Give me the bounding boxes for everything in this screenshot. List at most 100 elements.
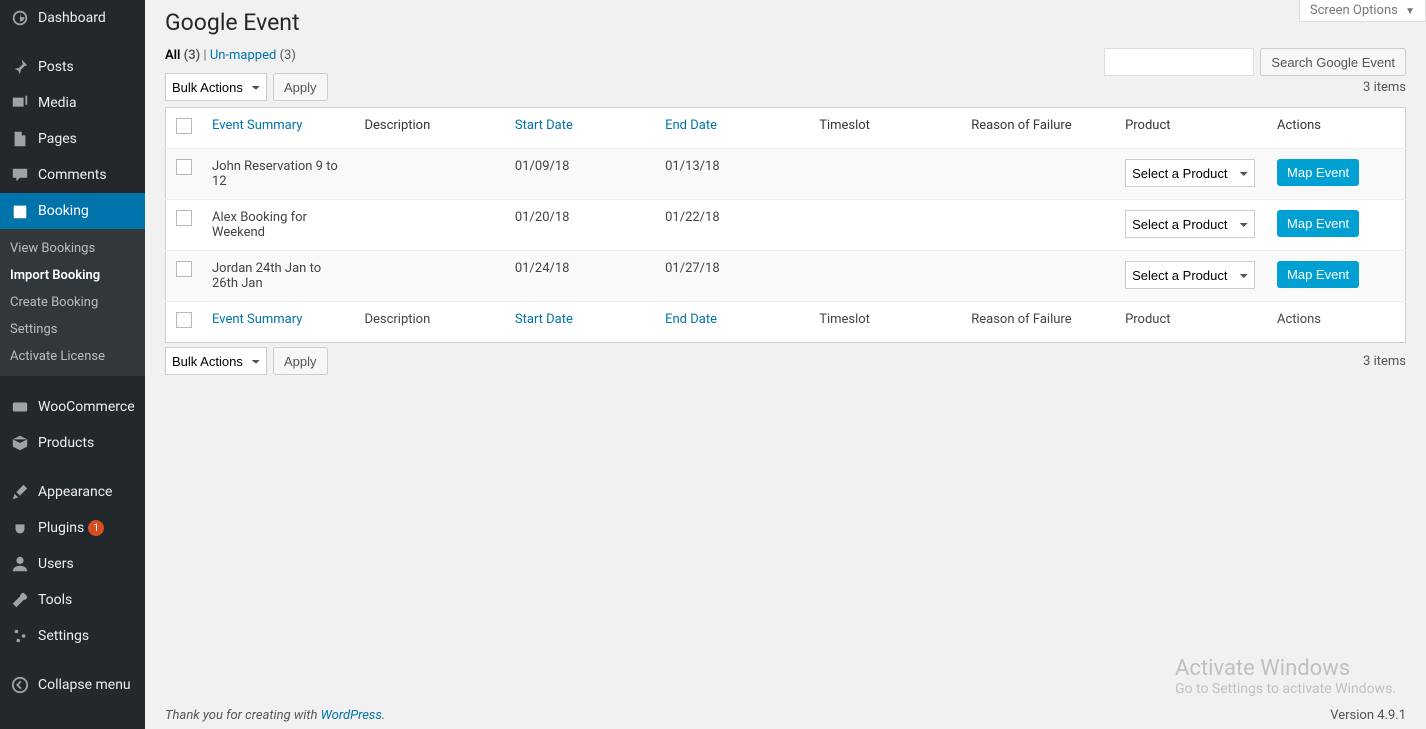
apply-button-bottom[interactable]: Apply xyxy=(273,347,328,375)
bulk-actions-select-bottom[interactable]: Bulk Actions xyxy=(165,347,267,375)
admin-sidebar: Dashboard Posts Media Pages Comments Boo… xyxy=(0,0,145,729)
menu-dashboard-label: Dashboard xyxy=(38,10,106,26)
cell-timeslot xyxy=(809,149,961,200)
bulk-actions-select-top[interactable]: Bulk Actions xyxy=(165,73,267,101)
row-checkbox[interactable] xyxy=(176,159,192,175)
cell-end-date: 01/13/18 xyxy=(655,149,809,200)
col-event-summary-foot[interactable]: Event Summary xyxy=(202,302,354,343)
brush-icon xyxy=(10,482,30,502)
menu-products-label: Products xyxy=(38,435,94,451)
chevron-down-icon: ▼ xyxy=(1405,6,1415,17)
menu-settings-label: Settings xyxy=(38,628,89,644)
menu-media[interactable]: Media xyxy=(0,85,145,121)
menu-tools[interactable]: Tools xyxy=(0,582,145,618)
col-timeslot-foot: Timeslot xyxy=(809,302,961,343)
submenu-activate-license[interactable]: Activate License xyxy=(0,343,145,370)
table-body: John Reservation 9 to 12 01/09/1801/13/18… xyxy=(166,149,1406,302)
col-actions: Actions xyxy=(1267,108,1405,149)
plug-icon xyxy=(10,518,30,538)
col-product-foot: Product xyxy=(1115,302,1267,343)
menu-users[interactable]: Users xyxy=(0,546,145,582)
col-start-date[interactable]: Start Date xyxy=(505,108,655,149)
col-start-date-foot[interactable]: Start Date xyxy=(505,302,655,343)
cell-summary: John Reservation 9 to 12 xyxy=(202,149,354,200)
menu-collapse[interactable]: Collapse menu xyxy=(0,667,145,703)
row-checkbox[interactable] xyxy=(176,210,192,226)
menu-products[interactable]: Products xyxy=(0,425,145,461)
wrench-icon xyxy=(10,590,30,610)
pin-icon xyxy=(10,57,30,77)
main-content: Screen Options ▼ Google Event All (3) | … xyxy=(145,0,1426,729)
product-select[interactable]: Select a Product xyxy=(1125,210,1255,238)
map-event-button[interactable]: Map Event xyxy=(1277,261,1359,288)
cell-timeslot xyxy=(809,251,961,302)
menu-booking[interactable]: Booking xyxy=(0,193,145,229)
cube-icon xyxy=(10,433,30,453)
footer-version: Version 4.9.1 xyxy=(1330,708,1406,723)
cell-reason xyxy=(961,251,1115,302)
col-event-summary[interactable]: Event Summary xyxy=(202,108,354,149)
submenu-import-booking[interactable]: Import Booking xyxy=(0,262,145,289)
col-description-foot: Description xyxy=(354,302,504,343)
col-end-date[interactable]: End Date xyxy=(655,108,809,149)
menu-pages[interactable]: Pages xyxy=(0,121,145,157)
menu-woocommerce[interactable]: WooCommerce xyxy=(0,389,145,425)
cell-timeslot xyxy=(809,200,961,251)
calendar-icon xyxy=(10,201,30,221)
plugins-update-badge: 1 xyxy=(88,520,104,536)
sliders-icon xyxy=(10,626,30,646)
cell-description xyxy=(354,200,504,251)
menu-posts[interactable]: Posts xyxy=(0,49,145,85)
menu-media-label: Media xyxy=(38,95,77,111)
submenu-create-booking[interactable]: Create Booking xyxy=(0,289,145,316)
menu-comments[interactable]: Comments xyxy=(0,157,145,193)
collapse-icon xyxy=(10,675,30,695)
cell-reason xyxy=(961,200,1115,251)
menu-settings[interactable]: Settings xyxy=(0,618,145,654)
select-all-bottom[interactable] xyxy=(176,312,192,328)
search-button[interactable]: Search Google Event xyxy=(1260,48,1406,76)
search-form: Search Google Event xyxy=(1104,48,1406,76)
apply-button-top[interactable]: Apply xyxy=(273,73,328,101)
col-product: Product xyxy=(1115,108,1267,149)
search-input[interactable] xyxy=(1104,48,1254,76)
submenu-booking: View Bookings Import Booking Create Book… xyxy=(0,229,145,376)
menu-booking-label: Booking xyxy=(38,203,89,219)
cell-start-date: 01/20/18 xyxy=(505,200,655,251)
filter-all[interactable]: All (3) xyxy=(165,48,200,63)
page-icon xyxy=(10,129,30,149)
filter-unmapped[interactable]: Un-mapped xyxy=(210,48,277,63)
table-row: John Reservation 9 to 12 01/09/1801/13/18… xyxy=(166,149,1406,200)
col-timeslot: Timeslot xyxy=(809,108,961,149)
footer-thanks: Thank you for creating with xyxy=(165,708,321,723)
footer-wordpress-link[interactable]: WordPress xyxy=(321,708,382,723)
map-event-button[interactable]: Map Event xyxy=(1277,159,1359,186)
table-header-row: Event Summary Description Start Date End… xyxy=(166,108,1406,149)
map-event-button[interactable]: Map Event xyxy=(1277,210,1359,237)
menu-plugins-label: Plugins xyxy=(38,520,84,536)
submenu-settings[interactable]: Settings xyxy=(0,316,145,343)
menu-dashboard[interactable]: Dashboard xyxy=(0,0,145,36)
product-select[interactable]: Select a Product xyxy=(1125,261,1255,289)
product-select[interactable]: Select a Product xyxy=(1125,159,1255,187)
menu-woocommerce-label: WooCommerce xyxy=(38,399,135,415)
cell-end-date: 01/27/18 xyxy=(655,251,809,302)
tablenav-bottom: Bulk Actions Apply 3 items xyxy=(165,343,1406,379)
menu-appearance[interactable]: Appearance xyxy=(0,474,145,510)
row-checkbox[interactable] xyxy=(176,261,192,277)
menu-plugins[interactable]: Plugins 1 xyxy=(0,510,145,546)
cell-description xyxy=(354,149,504,200)
comment-icon xyxy=(10,165,30,185)
select-all-top[interactable] xyxy=(176,118,192,134)
cell-reason xyxy=(961,149,1115,200)
screen-options-toggle[interactable]: Screen Options ▼ xyxy=(1299,0,1426,22)
col-reason-foot: Reason of Failure xyxy=(961,302,1115,343)
col-actions-foot: Actions xyxy=(1267,302,1405,343)
cell-description xyxy=(354,251,504,302)
menu-pages-label: Pages xyxy=(38,131,77,147)
submenu-view-bookings[interactable]: View Bookings xyxy=(0,235,145,262)
screen-options-label: Screen Options xyxy=(1310,3,1398,18)
cell-start-date: 01/09/18 xyxy=(505,149,655,200)
col-end-date-foot[interactable]: End Date xyxy=(655,302,809,343)
cell-start-date: 01/24/18 xyxy=(505,251,655,302)
